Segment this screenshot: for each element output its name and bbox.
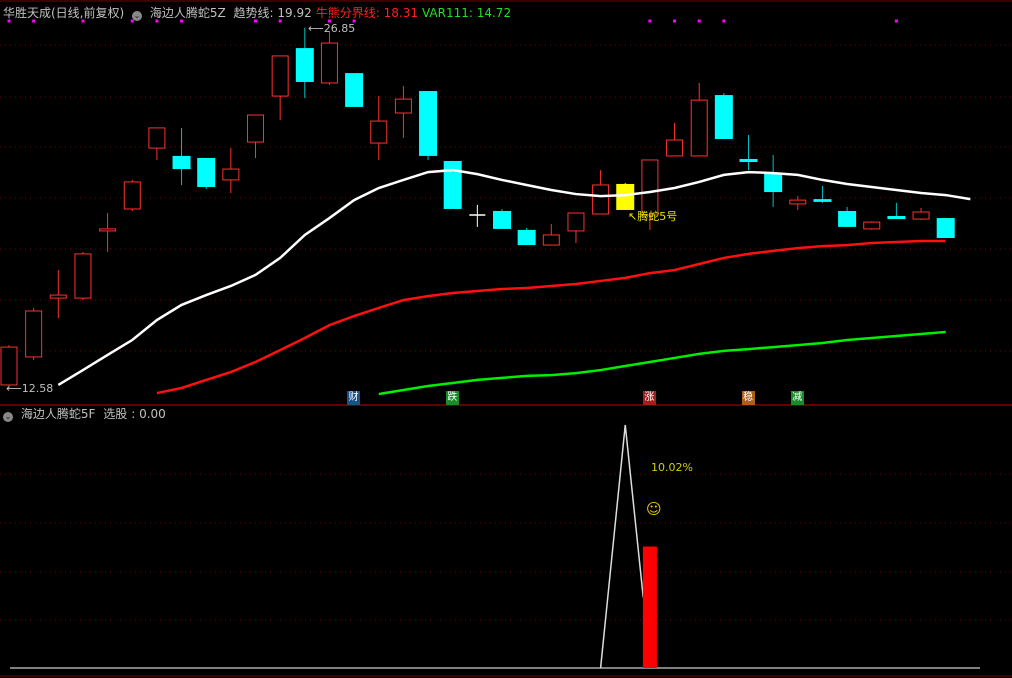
candle-body: [247, 114, 264, 143]
candle-body: [616, 183, 635, 210]
high-label: ⟵26.85: [308, 22, 356, 35]
signal-dot: [648, 19, 652, 23]
candle-body: [592, 184, 610, 215]
candle-body: [764, 173, 783, 193]
candle-body: [172, 155, 191, 170]
signal-badge: 财: [347, 391, 361, 405]
series-line-0: [57, 168, 971, 387]
candle-body: [0, 346, 18, 386]
candle-body: [666, 139, 684, 157]
candle-body: [99, 228, 117, 232]
candle-body: [394, 98, 412, 114]
candle-body: [838, 210, 857, 227]
sub-indicator-name[interactable]: 海边人腾蛇5F: [21, 407, 96, 421]
candle-body: [222, 168, 240, 181]
sub-signal-line: [599, 424, 644, 669]
signal-badge: 跌: [445, 391, 459, 405]
signal-dot: [697, 19, 701, 23]
candle-body: [123, 181, 141, 210]
indicator-menu-icon[interactable]: ⌄: [132, 11, 143, 21]
sub-header: ⌄ 海边人腾蛇5F 选股: 0.00: [3, 407, 166, 422]
sub-bar: [642, 546, 657, 668]
header-item-1: 牛熊分界线: 18.31: [315, 6, 418, 20]
header-item-0: 趋势线: 19.92: [233, 6, 312, 20]
candle-body: [739, 158, 758, 162]
candle-body: [443, 160, 462, 209]
candle-body: [419, 91, 438, 156]
candle-body: [813, 199, 832, 202]
signal-badge: 稳: [741, 391, 755, 405]
candle-body: [148, 127, 166, 149]
series-line-2: [378, 330, 946, 396]
candle-body: [517, 229, 536, 246]
smiley-icon: ☺: [646, 500, 662, 518]
series-line-1: [156, 239, 946, 395]
signal-badge: 减: [790, 391, 804, 405]
chart-canvas: [0, 0, 1012, 677]
candle-body: [887, 216, 906, 220]
candle-body: [370, 120, 388, 144]
candle-body: [25, 310, 43, 358]
candle-body: [863, 221, 881, 230]
signal-dot: [894, 19, 898, 23]
candle-body: [641, 159, 659, 216]
candle-body: [936, 218, 955, 238]
candle-body: [49, 294, 67, 299]
signal-dot: [722, 19, 726, 23]
indicator-name[interactable]: 海边人腾蛇5Z: [150, 6, 226, 20]
candle-body: [493, 210, 511, 229]
candle-body: [197, 157, 216, 187]
candle-body: [271, 55, 289, 97]
main-header: 华胜天成(日线,前复权) ⌄ 海边人腾蛇5Z 趋势线: 19.92 牛熊分界线: …: [3, 6, 519, 21]
candle-body: [789, 199, 807, 205]
candle-body: [74, 253, 92, 299]
sub-indicator-menu-icon[interactable]: ⌄: [3, 412, 13, 422]
sub-label: 选股: [103, 407, 128, 421]
candle-body: [567, 212, 585, 232]
candle-body: [912, 211, 930, 220]
candle-body: [345, 73, 364, 107]
stock-title: 华胜天成(日线,前复权): [3, 6, 125, 20]
signal-badge: 涨: [642, 391, 656, 405]
low-label: ⟵12.58: [6, 382, 54, 395]
marker-label: ↖腾蛇5号: [628, 210, 678, 223]
candle-body: [714, 95, 733, 140]
candle-body: [542, 234, 560, 246]
signal-dot: [673, 19, 677, 23]
candle-body: [295, 48, 314, 82]
header-item-2: VAR111: 14.72: [421, 6, 512, 20]
candle-body: [690, 99, 708, 157]
candle-body: [320, 42, 338, 84]
percent-label: 10.02%: [651, 461, 693, 474]
sub-value: 0.00: [139, 407, 166, 421]
